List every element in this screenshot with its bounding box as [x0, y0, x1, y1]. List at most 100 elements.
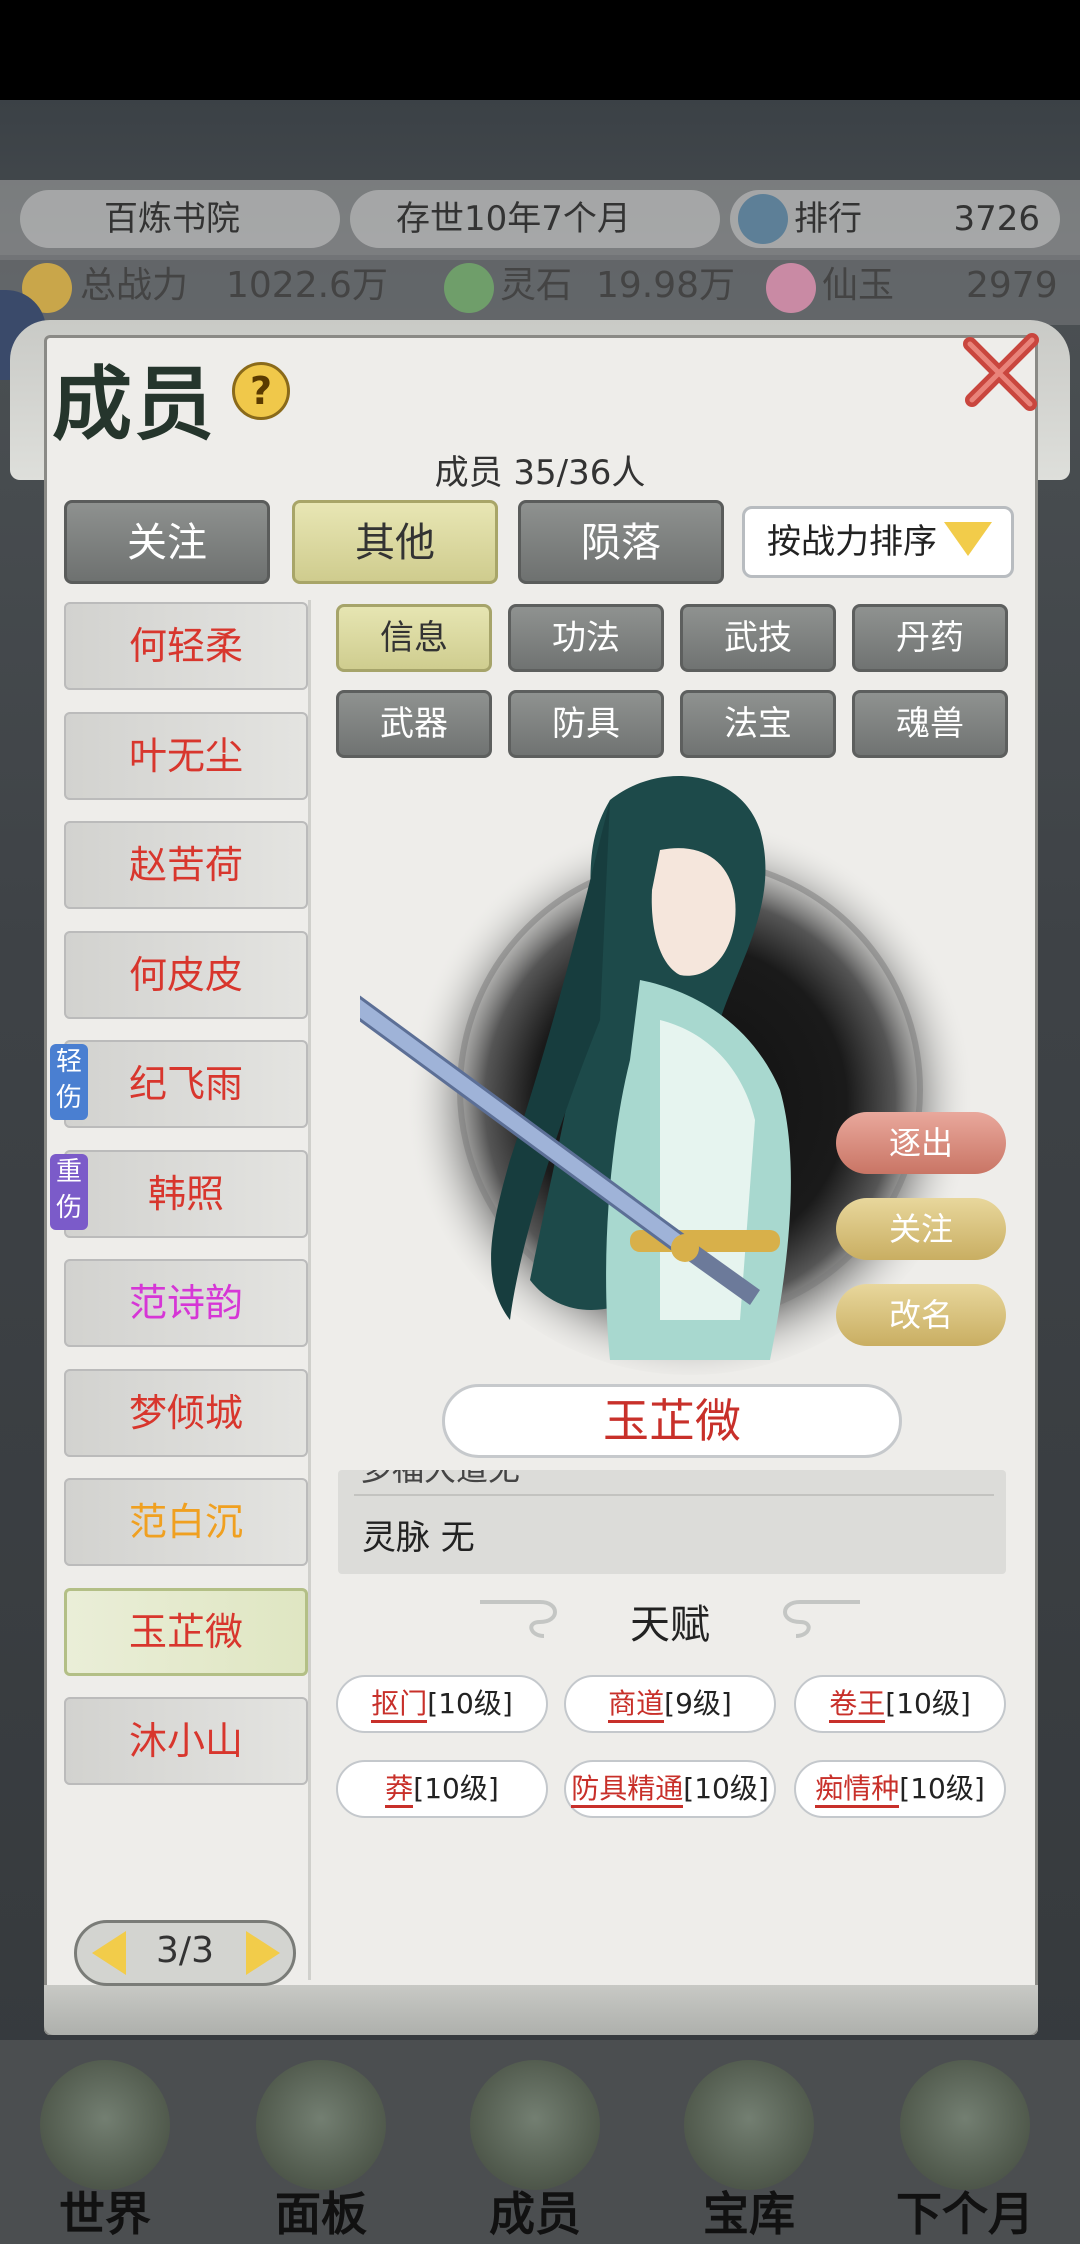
member-count: 成员 35/36人 [434, 453, 646, 493]
spirit-stone-icon [444, 263, 494, 313]
members-icon [470, 2060, 600, 2190]
status-bar [0, 0, 1080, 100]
member-list-item[interactable]: 沐小山 [64, 1697, 308, 1785]
talent-level: [10级] [413, 1772, 499, 1805]
nav-panel[interactable]: 面板 [236, 2060, 406, 2241]
talent-name: 痴情种 [815, 1772, 900, 1808]
talent-level: [10级] [427, 1687, 513, 1720]
tab-other[interactable]: 其他 [292, 500, 498, 584]
info-tab-armor[interactable]: 防具 [508, 690, 664, 758]
tab-follow[interactable]: 关注 [64, 500, 270, 584]
prev-page-icon[interactable] [92, 1931, 126, 1975]
member-name: 范诗韵 [128, 1281, 243, 1325]
info-tab-artifact[interactable]: 法宝 [680, 690, 836, 758]
member-list-item[interactable]: 玉芷微 [64, 1588, 308, 1676]
info-tab-beast[interactable]: 魂兽 [852, 690, 1008, 758]
world-icon [40, 2060, 170, 2190]
panel-icon [256, 2060, 386, 2190]
talent-name: 商道 [608, 1687, 665, 1723]
talent-level: [10级] [885, 1687, 971, 1720]
talent-item[interactable]: 卷王[10级] [794, 1675, 1006, 1733]
talent-item[interactable]: 莽[10级] [336, 1760, 548, 1818]
power-label: 总战力 [80, 265, 189, 306]
member-name: 韩照 [147, 1172, 224, 1216]
spirit-stone-label: 灵石 [500, 265, 573, 306]
member-list-item[interactable]: 梦倾城 [64, 1369, 308, 1457]
jade-label: 仙玉 [822, 265, 895, 306]
member-list-item[interactable]: 范白沉 [64, 1478, 308, 1566]
member-name: 范白沉 [128, 1500, 243, 1544]
member-name: 何皮皮 [128, 953, 243, 997]
sect-age: 存世10年7个月 [396, 199, 631, 239]
member-name: 纪飞雨 [128, 1062, 243, 1106]
member-list-item[interactable]: 纪飞雨 [64, 1040, 308, 1128]
jade-value: 2979 [966, 265, 1058, 306]
nav-panel-label: 面板 [275, 2187, 367, 2241]
talent-name: 卷王 [829, 1687, 886, 1723]
talent-item[interactable]: 防具精通[10级] [564, 1760, 776, 1818]
talent-name: 抠门 [371, 1687, 428, 1723]
sort-dropdown-label: 按战力排序 [767, 522, 937, 562]
nav-next-month-label: 下个月 [896, 2187, 1034, 2241]
talent-level: [10级] [683, 1772, 769, 1805]
nav-members[interactable]: 成员 [450, 2060, 620, 2241]
info-tab-martial[interactable]: 武技 [680, 604, 836, 672]
power-value: 1022.6万 [226, 265, 388, 306]
help-icon[interactable]: ? [232, 362, 290, 420]
member-list-item[interactable]: 范诗韵 [64, 1259, 308, 1347]
member-name: 赵苦荷 [128, 843, 243, 887]
page-indicator: 3/3 [156, 1930, 214, 1971]
close-icon[interactable] [960, 330, 1044, 414]
member-name: 沐小山 [128, 1719, 243, 1763]
talent-name: 莽 [385, 1772, 414, 1808]
tab-fallen[interactable]: 陨落 [518, 500, 724, 584]
member-list-item[interactable]: 何皮皮 [64, 931, 308, 1019]
light-injury-badge: 轻伤 [50, 1044, 88, 1120]
talent-item[interactable]: 抠门[10级] [336, 1675, 548, 1733]
nav-next-month[interactable]: 下个月 [880, 2060, 1050, 2241]
nav-members-label: 成员 [489, 2187, 581, 2241]
member-name: 叶无尘 [128, 734, 243, 778]
info-tab-info[interactable]: 信息 [336, 604, 492, 672]
member-list-item[interactable]: 何轻柔 [64, 602, 308, 690]
member-list-item[interactable]: 赵苦荷 [64, 821, 308, 909]
modal-footer [44, 1985, 1038, 2035]
nav-treasury[interactable]: 宝库 [664, 2060, 834, 2241]
member-name: 何轻柔 [128, 624, 243, 668]
info-row-cut: 多福大道无 [338, 1470, 1006, 1492]
spirit-vein: 灵脉 无 [362, 1518, 475, 1558]
rank-icon [738, 194, 788, 244]
sect-info-bar: 百炼书院 存世10年7个月 排行 3726 [0, 180, 1080, 260]
info-tab-weapon[interactable]: 武器 [336, 690, 492, 758]
chevron-down-icon [944, 522, 992, 556]
expel-button[interactable]: 逐出 [836, 1112, 1006, 1174]
rename-button[interactable]: 改名 [836, 1284, 1006, 1346]
talent-item[interactable]: 痴情种[10级] [794, 1760, 1006, 1818]
rank-label: 排行 [794, 199, 862, 239]
nav-treasury-label: 宝库 [703, 2187, 795, 2241]
cut-row-text: 多福大道无 [360, 1470, 520, 1490]
character-name: 玉芷微 [603, 1394, 741, 1448]
row-divider [354, 1494, 994, 1496]
treasury-icon [684, 2060, 814, 2190]
member-list-item[interactable]: 韩照 [64, 1150, 308, 1238]
next-page-icon[interactable] [246, 1931, 280, 1975]
talent-item[interactable]: 商道[9级] [564, 1675, 776, 1733]
list-divider [308, 600, 311, 1980]
talent-level: [10级] [899, 1772, 985, 1805]
member-list-item[interactable]: 叶无尘 [64, 712, 308, 800]
rank-pill[interactable]: 排行 3726 [730, 190, 1060, 248]
talent-header: 天赋 [630, 1602, 710, 1648]
follow-button[interactable]: 关注 [836, 1198, 1006, 1260]
next-month-icon [900, 2060, 1030, 2190]
info-tab-skills[interactable]: 功法 [508, 604, 664, 672]
sect-name-pill: 百炼书院 [20, 190, 340, 248]
member-name: 玉芷微 [128, 1610, 243, 1654]
jade-icon [766, 263, 816, 313]
member-name: 梦倾城 [128, 1391, 243, 1435]
nav-world-label: 世界 [59, 2187, 151, 2241]
resource-bar: 总战力 1022.6万 灵石 19.98万 仙玉 2979 [0, 255, 1080, 325]
nav-world[interactable]: 世界 [20, 2060, 190, 2241]
character-name-plate: 玉芷微 [442, 1384, 902, 1458]
info-tab-pills[interactable]: 丹药 [852, 604, 1008, 672]
